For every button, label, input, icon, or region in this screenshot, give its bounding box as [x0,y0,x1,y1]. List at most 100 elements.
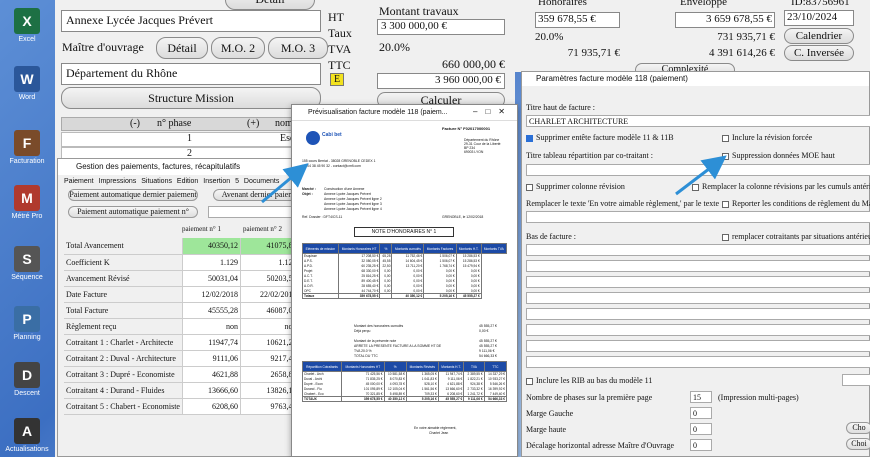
menu-edition[interactable]: Edition [177,178,198,185]
bas-facture-input[interactable] [526,340,870,352]
payment-value[interactable]: 13666,60 [181,382,241,399]
excel-icon[interactable]: X Excel [4,8,50,43]
payment-value[interactable]: 50031,04 [181,270,241,287]
payment-value[interactable]: non [239,318,299,335]
payment-row[interactable]: Date Facture 12/02/2018 22/02/2018 [64,286,299,303]
supprimer-entete-checkbox[interactable]: Supprimer entête facture modèle 11 & 11B [526,133,674,142]
choose-button[interactable]: Cho [846,422,870,434]
payment-value[interactable]: 1.122 [239,254,299,271]
inverse-button[interactable]: C. Inversée [784,45,854,61]
bas-facture-input[interactable] [526,244,870,256]
supprimer-colonne-checkbox[interactable]: Supprimer colonne révision [526,182,625,191]
suppression-moe-checkbox[interactable]: Suppression données MOE haut [722,151,835,160]
bas-facture-input[interactable] [526,308,870,320]
table-cell: 22,50 [379,263,393,269]
remplacer-cotraitants-checkbox[interactable]: remplacer cotraitants par situations ant… [722,232,870,241]
nb-phases-input[interactable]: 15 [690,391,712,403]
maitre-detail-button[interactable]: Détail [156,37,208,59]
titre-tableau-input[interactable] [526,164,870,176]
payment-value[interactable]: 2658,87 [239,366,299,383]
bas-facture-input[interactable] [526,260,870,272]
actualisation-icon[interactable]: A Actualisations [4,418,50,453]
top-detail-button[interactable]: Détail [225,0,315,10]
menu-documents[interactable]: 5 Documents [235,178,279,185]
calendrier-button[interactable]: Calendrier [784,28,854,44]
payment-row[interactable]: Coefficient K 1.129 1.122 [64,254,299,271]
mo2-button[interactable]: M.O. 2 [211,37,265,59]
bas-facture-input[interactable] [526,356,870,368]
payment-value[interactable]: non [181,318,241,335]
menu-impressions[interactable]: Impressions [99,178,137,185]
euro-toggle[interactable]: E [330,73,344,86]
payment-row[interactable]: Cotraitant 5 : Chabert - Economiste 6208,… [64,398,299,415]
marge-gauche-input[interactable]: 0 [690,407,712,419]
menu-insertion[interactable]: Insertion [203,178,230,185]
params-title: Paramètres facture modèle 118 (paiement) [522,72,869,86]
rib-input[interactable] [842,374,870,386]
metre-pro-icon[interactable]: M Métré Pro [4,185,50,220]
payment-row[interactable]: Avancement Révisé 50031,04 50203,55 [64,270,299,287]
honoraires-field[interactable]: 359 678,55 € [535,12,620,28]
payment-row[interactable]: Règlement reçunonnon [64,318,299,335]
word-icon[interactable]: W Word [4,66,50,101]
payment-value[interactable]: 13826,12 [239,382,299,399]
payment-value[interactable]: 40350,12 [181,238,241,255]
phase-plus[interactable]: (+) [247,118,259,129]
remplacer-texte-input[interactable] [526,211,870,223]
auto-last-payment-button[interactable]: Paiement automatique dernier paiement [68,189,198,201]
montant-travaux-field[interactable]: 3 300 000,00 € [377,19,505,35]
payment-value[interactable]: 6208,60 [181,398,241,415]
phase-minus[interactable]: (-) [130,118,140,129]
bas-facture-input[interactable] [526,276,870,288]
bas-facture-input[interactable] [526,292,870,304]
structure-mission-button[interactable]: Structure Mission [61,87,321,109]
payment-value[interactable]: 50203,55 [239,270,299,287]
date-field[interactable]: 23/10/2024 [784,10,854,26]
menu-situations[interactable]: Situations [141,178,172,185]
payment-value[interactable]: 41075,80 [239,238,299,255]
titre-haut-input[interactable]: CHARLET ARCHITECTURE [526,115,870,127]
planning-icon[interactable]: P Planning [4,306,50,341]
payment-row[interactable]: Cotraitant 4 : Durand - Fluides 13666,60 1… [64,382,299,399]
payment-row[interactable]: Cotraitant 3 : Dupré - Economiste 4621,88… [64,366,299,383]
payment-value[interactable]: 9111,06 [181,350,241,367]
marge-haute-input[interactable]: 0 [690,423,712,435]
payment-value[interactable]: 9217,40 [239,350,299,367]
inclure-revision-checkbox[interactable]: Inclure la révision forcée [722,133,812,142]
payment-number-input[interactable] [208,206,298,218]
phase-row[interactable]: 1 Esq [61,132,301,147]
facturation-icon[interactable]: F Facturation [4,130,50,165]
choose-button-2[interactable]: Choi [846,438,870,450]
remplacer-colonne-checkbox[interactable]: Remplacer la colonne révisions par les c… [692,182,870,191]
decalage-input[interactable]: 0 [690,439,712,451]
maitre-ouvrage-field[interactable]: Département du Rhône [61,63,321,85]
project-name-field[interactable]: Annexe Lycée Jacques Prévert [61,10,321,32]
payment-value[interactable]: 45555,28 [181,302,241,319]
auto-payment-n-button[interactable]: Paiement automatique paiement n° [68,206,198,218]
payment-value[interactable]: 11947,74 [181,334,241,351]
payment-row[interactable]: Cotraitant 2 : Duval - Architecture 9111,… [64,350,299,367]
inclure-rib-checkbox[interactable]: Inclure les RIB au bas du modèle 11 [526,376,652,385]
payment-row[interactable]: Cotraitant 1 : Charlet - Architecte 11947… [64,334,299,351]
payment-value[interactable]: 4621,88 [181,366,241,383]
payment-value[interactable]: 22/02/2018 [239,286,299,303]
payment-value[interactable]: 10621,20 [239,334,299,351]
payment-value[interactable]: 12/02/2018 [181,286,241,303]
desktop-icon-label: Excel [18,36,36,43]
mo3-button[interactable]: M.O. 3 [268,37,328,59]
reporter-checkbox[interactable]: Reporter les conditions de règlement du … [722,199,870,208]
ttc-field[interactable]: 3 960 000,00 € [377,73,505,89]
bas-facture-input[interactable] [526,324,870,336]
payment-row[interactable]: Total Avancement 40350,12 41075,80 [64,238,299,255]
payment-value[interactable]: 1.129 [181,254,241,271]
sequence-icon[interactable]: S Séquence [4,246,50,281]
table-cell: 65,28 [379,253,393,259]
window-controls[interactable]: –□✕ [473,107,513,116]
descent-icon[interactable]: D Descent [4,362,50,397]
dossier-ref: Ref. Dossier : DFT4/CS-11 [302,215,343,219]
payment-row[interactable]: Total Facture 45555,28 46087,04 [64,302,299,319]
enveloppe-field[interactable]: 3 659 678,55 € [675,12,775,28]
payment-value[interactable]: 9763,45 [239,398,299,415]
menu-paiement[interactable]: Paiement [64,178,94,185]
payment-value[interactable]: 46087,04 [239,302,299,319]
